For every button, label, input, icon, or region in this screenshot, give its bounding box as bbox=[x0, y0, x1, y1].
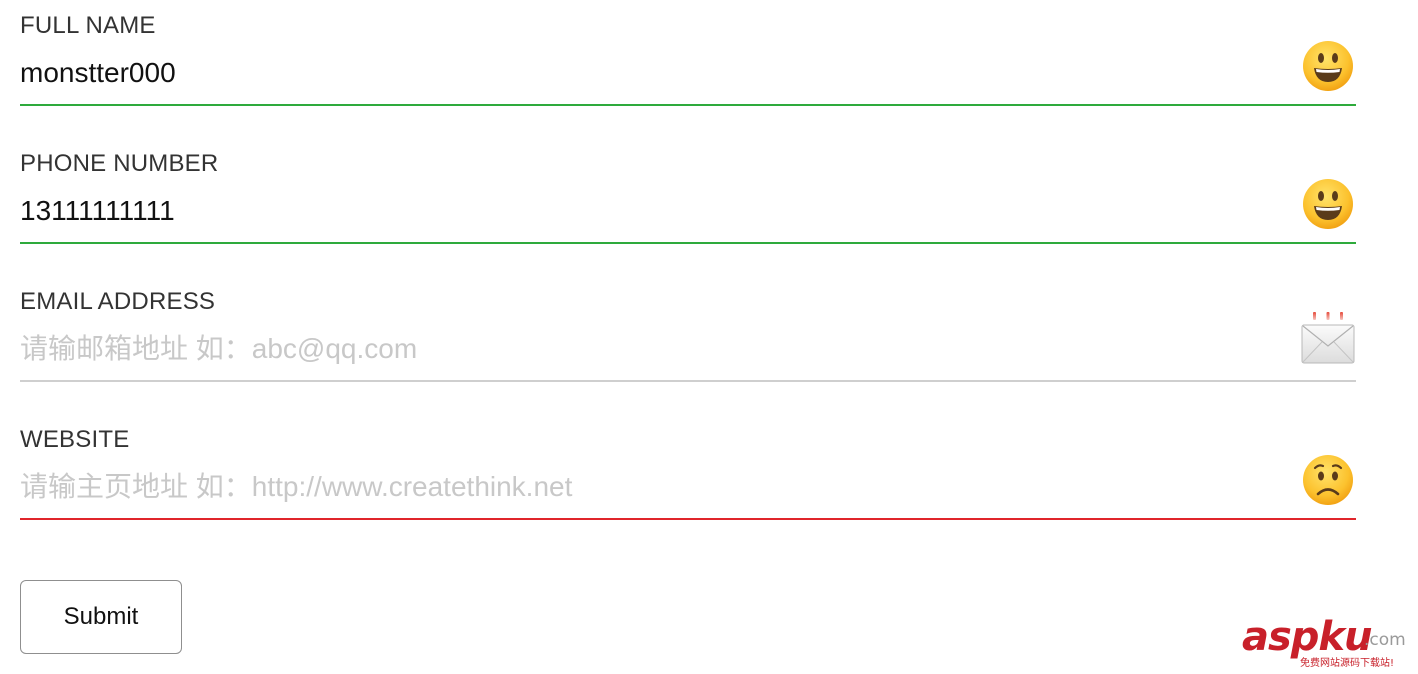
email-field: EMAIL ADDRESS bbox=[20, 276, 1356, 414]
email-underline bbox=[20, 380, 1356, 382]
website-field: WEBSITE bbox=[20, 414, 1356, 552]
contact-form: FULL NAME PHONE NUMBER bbox=[20, 0, 1356, 552]
submit-button[interactable]: Submit bbox=[20, 580, 182, 654]
full-name-label: FULL NAME bbox=[20, 12, 156, 39]
full-name-input[interactable] bbox=[20, 52, 1280, 94]
watermark-domain: .com bbox=[1364, 630, 1406, 650]
smiley-face-icon bbox=[1303, 179, 1353, 229]
website-label: WEBSITE bbox=[20, 426, 130, 453]
phone-input[interactable] bbox=[20, 190, 1280, 232]
watermark-tagline: 免费网站源码下载站! bbox=[1300, 658, 1395, 669]
phone-field: PHONE NUMBER bbox=[20, 138, 1356, 276]
phone-label: PHONE NUMBER bbox=[20, 150, 219, 177]
email-label: EMAIL ADDRESS bbox=[20, 288, 216, 315]
worried-face-icon bbox=[1303, 455, 1353, 505]
website-underline bbox=[20, 518, 1356, 520]
watermark-logo: aspku .com 免费网站源码下载站! bbox=[1242, 614, 1412, 669]
website-input[interactable] bbox=[20, 466, 1280, 508]
incoming-envelope-icon bbox=[1301, 312, 1355, 364]
phone-underline bbox=[20, 242, 1356, 244]
full-name-underline bbox=[20, 104, 1356, 106]
smiley-face-icon bbox=[1303, 41, 1353, 91]
full-name-field: FULL NAME bbox=[20, 0, 1356, 138]
email-input[interactable] bbox=[20, 328, 1280, 370]
